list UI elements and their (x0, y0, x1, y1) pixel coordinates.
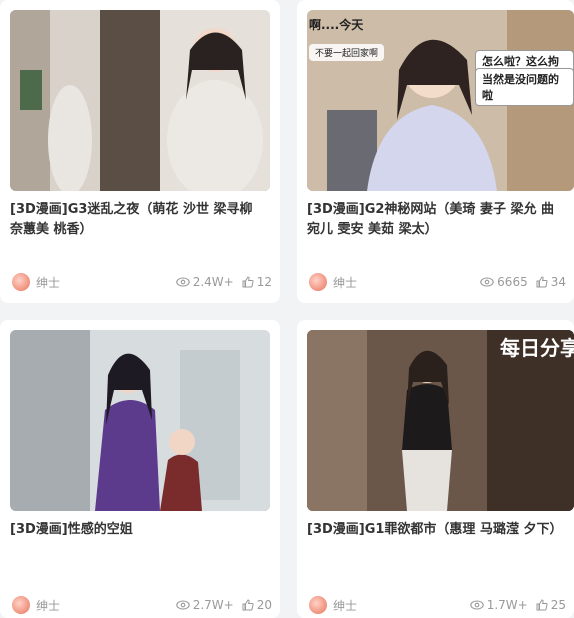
view-count-value: 2.4W+ (192, 275, 234, 289)
author-avatar[interactable] (309, 596, 327, 614)
card-meta: 绅士 2.7W+ 20 (10, 595, 272, 615)
author-name[interactable]: 绅士 (36, 274, 60, 291)
like-count[interactable]: 34 (536, 275, 566, 289)
like-count[interactable]: 12 (242, 275, 272, 289)
eye-icon (175, 600, 190, 610)
view-count: 1.7W+ (469, 598, 528, 612)
view-count-value: 1.7W+ (486, 598, 528, 612)
speech-bubble: 不要一起回家啊 (309, 44, 385, 61)
thumbnail-artwork (10, 330, 270, 511)
like-count-value: 25 (550, 598, 566, 612)
like-count[interactable]: 20 (242, 598, 272, 612)
comic-thumbnail[interactable]: 每日分享 (307, 330, 574, 511)
view-count: 2.4W+ (175, 275, 234, 289)
view-count-value: 6665 (497, 275, 528, 289)
author-name[interactable]: 绅士 (333, 274, 357, 291)
comic-card[interactable]: 啊....今天 不要一起回家啊 怎么啦？这么拘谨 当然是没问题的啦 [3D漫画]… (297, 0, 574, 303)
thumbnail-caption: 啊....今天 (309, 18, 364, 32)
view-count-value: 2.7W+ (192, 598, 234, 612)
author-avatar[interactable] (309, 273, 327, 291)
comic-thumbnail[interactable] (10, 330, 270, 511)
comic-card[interactable]: [3D漫画]G3迷乱之夜（萌花 沙世 梁寻柳 奈蕙美 桃香） 绅士 2.4W+ … (0, 0, 280, 303)
author-avatar[interactable] (12, 273, 30, 291)
like-count-value: 20 (256, 598, 272, 612)
comic-thumbnail[interactable] (10, 10, 270, 191)
like-count-value: 34 (550, 275, 566, 289)
eye-icon (469, 600, 484, 610)
card-meta: 绅士 2.4W+ 12 (10, 272, 272, 292)
thumbs-up-icon (536, 599, 548, 611)
like-count-value: 12 (256, 275, 272, 289)
view-count: 6665 (480, 275, 528, 289)
comic-title[interactable]: [3D漫画]G3迷乱之夜（萌花 沙世 梁寻柳 奈蕙美 桃香） (10, 200, 268, 240)
card-meta: 绅士 6665 34 (307, 272, 566, 292)
view-count: 2.7W+ (175, 598, 234, 612)
comic-card[interactable]: [3D漫画]性感的空姐 绅士 2.7W+ 20 (0, 320, 280, 618)
thumbnail-caption: 每日分享 (500, 336, 574, 360)
author-avatar[interactable] (12, 596, 30, 614)
speech-bubble: 当然是没问题的啦 (475, 68, 574, 106)
thumbnail-artwork (10, 10, 270, 191)
author-name[interactable]: 绅士 (36, 597, 60, 614)
comic-card[interactable]: 每日分享 [3D漫画]G1罪欲都市（惠理 马璐滢 夕下） 绅士 1.7W+ 25 (297, 320, 574, 618)
comic-title[interactable]: [3D漫画]G2神秘网站（美琦 妻子 梁允 曲宛儿 雯安 美茹 梁太） (307, 200, 565, 240)
eye-icon (175, 277, 190, 287)
thumbs-up-icon (536, 276, 548, 288)
comic-title[interactable]: [3D漫画]性感的空姐 (10, 520, 268, 540)
thumbs-up-icon (242, 276, 254, 288)
eye-icon (480, 277, 494, 287)
card-meta: 绅士 1.7W+ 25 (307, 595, 566, 615)
comic-title[interactable]: [3D漫画]G1罪欲都市（惠理 马璐滢 夕下） (307, 520, 565, 540)
like-count[interactable]: 25 (536, 598, 566, 612)
author-name[interactable]: 绅士 (333, 597, 357, 614)
thumbs-up-icon (242, 599, 254, 611)
comic-thumbnail[interactable]: 啊....今天 不要一起回家啊 怎么啦？这么拘谨 当然是没问题的啦 (307, 10, 574, 191)
